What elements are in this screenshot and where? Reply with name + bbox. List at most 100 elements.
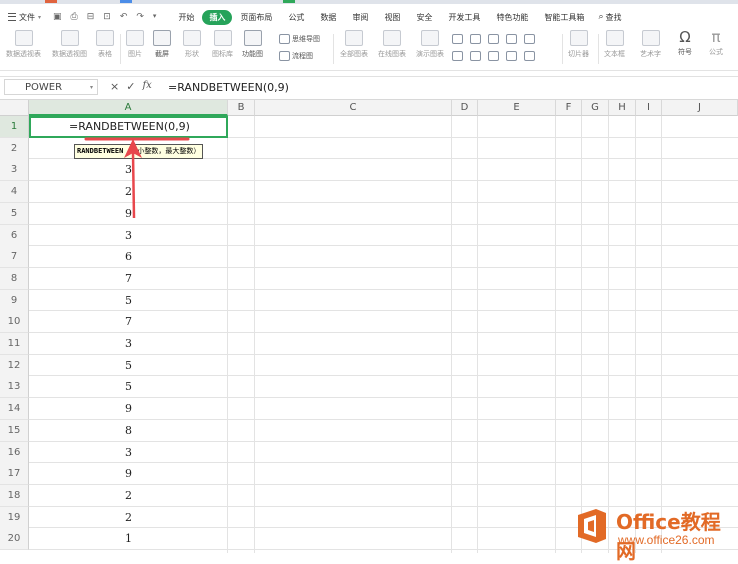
column-header-d[interactable]: D <box>452 100 478 116</box>
row-header-20[interactable]: 20 <box>0 528 29 551</box>
undo-icon[interactable]: ↶ <box>120 12 128 22</box>
cell-a16[interactable]: 3 <box>29 442 228 464</box>
flowchart-button[interactable]: 流程图 <box>279 51 313 61</box>
name-box[interactable]: POWER ▾ <box>4 79 98 95</box>
menu-tab-formulas[interactable]: 公式 <box>280 12 312 23</box>
menu-tab-home[interactable]: 开始 <box>170 12 202 23</box>
pie-chart-icon[interactable] <box>452 51 463 61</box>
search-button[interactable]: ⌕ 查找 <box>598 12 621 23</box>
row-header-10[interactable]: 10 <box>0 311 29 334</box>
row-header-4[interactable]: 4 <box>0 181 29 204</box>
symbol-button[interactable]: Ω 符号 <box>678 30 692 57</box>
shape-button[interactable]: 形状 <box>183 30 201 59</box>
cell-a8[interactable]: 7 <box>29 268 228 290</box>
cell-a17[interactable]: 9 <box>29 463 228 485</box>
cell-a10[interactable]: 7 <box>29 311 228 333</box>
online-chart-button[interactable]: 在线图表 <box>378 30 406 59</box>
row-header-1[interactable]: 1 <box>0 116 29 138</box>
column-header-c[interactable]: C <box>255 100 452 116</box>
menu-tab-features[interactable]: 特色功能 <box>488 12 536 23</box>
column-header-a[interactable]: A <box>29 100 228 116</box>
cell-a14[interactable]: 9 <box>29 398 228 420</box>
row-header-8[interactable]: 8 <box>0 267 29 290</box>
mindmap-button[interactable]: 思维导图 <box>279 34 320 44</box>
menu-tab-security[interactable]: 安全 <box>408 12 440 23</box>
bar-chart-icon[interactable] <box>470 34 481 44</box>
menu-tab-smart-tools[interactable]: 智能工具箱 <box>536 12 592 23</box>
cell-a19[interactable]: 2 <box>29 507 228 529</box>
confirm-icon[interactable]: ✓ <box>126 80 135 93</box>
menu-tab-developer[interactable]: 开发工具 <box>440 12 488 23</box>
cell-a5[interactable]: 9 <box>29 203 228 225</box>
column-header-e[interactable]: E <box>478 100 556 116</box>
combo-chart-icon[interactable] <box>506 51 517 61</box>
row-header-9[interactable]: 9 <box>0 289 29 312</box>
formula-input[interactable]: =RANDBETWEEN(0,9) <box>168 81 289 94</box>
row-header-5[interactable]: 5 <box>0 202 29 225</box>
textbox-button[interactable]: 文本框 <box>604 30 625 59</box>
column-header-i[interactable]: I <box>636 100 662 116</box>
all-charts-button[interactable]: 全部图表 <box>340 30 368 59</box>
icon-library-button[interactable]: 图标库 <box>212 30 233 59</box>
row-header-11[interactable]: 11 <box>0 333 29 355</box>
row-header-3[interactable]: 3 <box>0 159 29 182</box>
radar-chart-icon[interactable] <box>488 51 499 61</box>
formula-button[interactable]: π 公式 <box>709 30 723 57</box>
row-header-2[interactable]: 2 <box>0 137 29 160</box>
cell-a4[interactable]: 2 <box>29 181 228 203</box>
tab-indicator[interactable] <box>45 0 57 3</box>
pivot-table-button[interactable]: 数据透视表 <box>6 30 41 59</box>
pivot-chart-button[interactable]: 数据透视图 <box>52 30 87 59</box>
column-header-b[interactable]: B <box>228 100 255 116</box>
column-chart-icon[interactable] <box>452 34 463 44</box>
preview-icon[interactable]: ⊡ <box>103 12 111 22</box>
menu-tab-insert[interactable]: 插入 <box>202 9 233 25</box>
menu-tab-review[interactable]: 审阅 <box>344 12 376 23</box>
column-header-g[interactable]: G <box>582 100 609 116</box>
row-header-17[interactable]: 17 <box>0 463 29 486</box>
column-header-f[interactable]: F <box>556 100 582 116</box>
row-header-16[interactable]: 16 <box>0 441 29 464</box>
menu-tab-data[interactable]: 数据 <box>312 12 344 23</box>
cell-a18[interactable]: 2 <box>29 485 228 507</box>
row-header-18[interactable]: 18 <box>0 484 29 507</box>
redo-icon[interactable]: ↷ <box>136 12 144 22</box>
row-header-7[interactable]: 7 <box>0 246 29 269</box>
scatter-chart-icon[interactable] <box>470 51 481 61</box>
select-all-corner[interactable] <box>0 100 29 116</box>
column-header-h[interactable]: H <box>609 100 636 116</box>
column-header-j[interactable]: J <box>662 100 738 116</box>
chevron-down-icon[interactable]: ▾ <box>153 12 157 22</box>
area-chart-icon[interactable] <box>506 34 517 44</box>
tooltip-function-name[interactable]: RANDBETWEEN <box>77 147 123 155</box>
picture-button[interactable]: 图片 <box>126 30 144 59</box>
art-text-button[interactable]: 艺术字 <box>640 30 661 59</box>
cell-a9[interactable]: 5 <box>29 290 228 312</box>
insert-function-icon[interactable]: fx <box>142 80 151 93</box>
chevron-down-icon[interactable]: ▾ <box>90 80 93 96</box>
row-header-14[interactable]: 14 <box>0 398 29 421</box>
row-header-6[interactable]: 6 <box>0 224 29 247</box>
table-button[interactable]: 表格 <box>96 30 114 59</box>
tab-indicator[interactable] <box>120 0 132 3</box>
menu-tab-page-layout[interactable]: 页面布局 <box>232 12 280 23</box>
menu-tab-view[interactable]: 视图 <box>376 12 408 23</box>
active-cell-a1[interactable]: =RANDBETWEEN(0,9) <box>29 116 228 138</box>
file-menu-button[interactable]: 文件 ▾ <box>8 12 41 23</box>
row-header-13[interactable]: 13 <box>0 376 29 399</box>
function-chart-button[interactable]: 功能图 <box>242 30 263 59</box>
cell-a12[interactable]: 5 <box>29 355 228 377</box>
cell-a20[interactable]: 1 <box>29 528 228 550</box>
tab-indicator-active[interactable] <box>283 0 295 3</box>
export-icon[interactable]: ⎙ <box>71 12 78 22</box>
row-header-15[interactable]: 15 <box>0 419 29 442</box>
line-chart-icon[interactable] <box>488 34 499 44</box>
cell-a13[interactable]: 5 <box>29 376 228 398</box>
cell-a11[interactable]: 3 <box>29 333 228 355</box>
cell-a15[interactable]: 8 <box>29 420 228 442</box>
cancel-icon[interactable]: × <box>110 80 119 93</box>
cell-a7[interactable]: 6 <box>29 246 228 268</box>
screenshot-button[interactable]: 截屏 <box>153 30 171 59</box>
print-icon[interactable]: ⊟ <box>87 12 95 22</box>
cell-a6[interactable]: 3 <box>29 225 228 247</box>
